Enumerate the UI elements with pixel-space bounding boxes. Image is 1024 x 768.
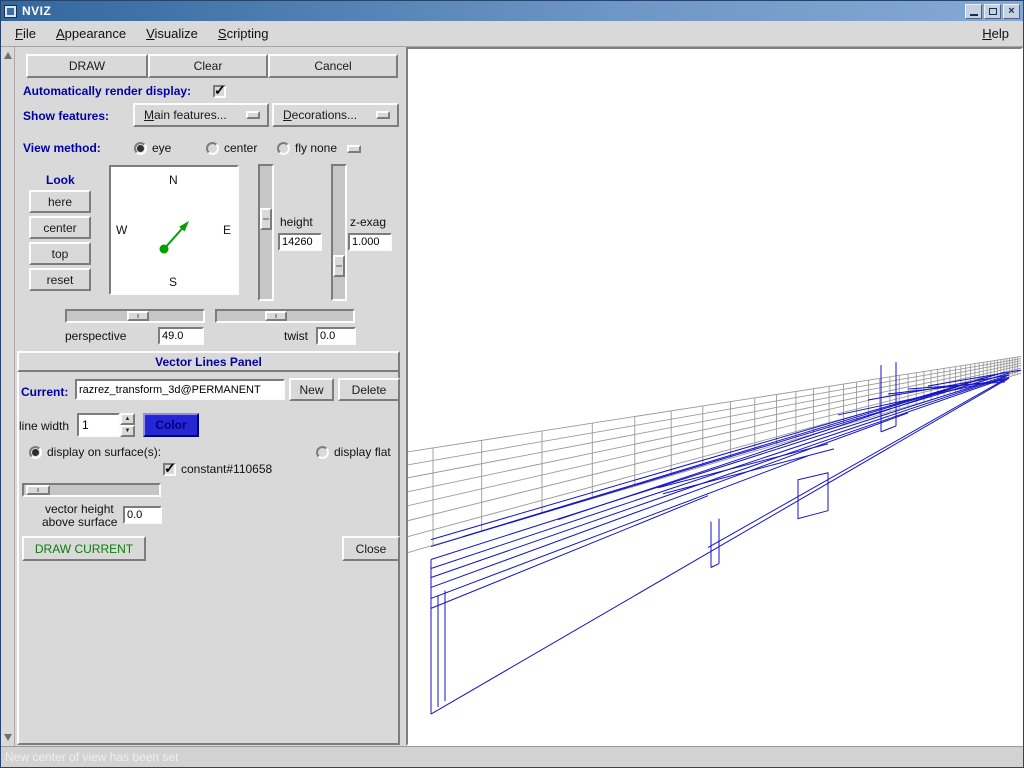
maximize-button[interactable]	[984, 4, 1001, 19]
close-button[interactable]: ×	[1003, 4, 1020, 19]
vector-height-input[interactable]	[123, 506, 162, 524]
scroll-down-icon[interactable]	[4, 734, 12, 741]
fly-menu-indicator-icon[interactable]	[347, 145, 361, 153]
line-width-input[interactable]	[77, 413, 120, 437]
auto-render-checkbox[interactable]	[213, 85, 226, 98]
window-icon[interactable]	[4, 5, 17, 18]
look-reset-button[interactable]: reset	[29, 268, 91, 291]
zexag-input[interactable]	[348, 233, 392, 251]
main-features-label: Main features...	[144, 108, 227, 122]
compass-west-label: W	[116, 223, 127, 237]
line-width-spinner[interactable]: ▲ ▼	[77, 413, 135, 437]
cancel-button[interactable]: Cancel	[268, 54, 398, 78]
window-title: NVIZ	[22, 4, 963, 18]
compass-north-label: N	[169, 173, 178, 187]
show-features-label: Show features:	[23, 109, 109, 123]
minimize-icon	[970, 14, 978, 16]
current-vector-input[interactable]	[75, 379, 285, 400]
zexag-slider-handle[interactable]	[333, 255, 345, 277]
view-eye-radio[interactable]	[134, 142, 147, 155]
perspective-label: perspective	[65, 329, 126, 343]
menubar: File Appearance Visualize Scripting Help	[1, 21, 1023, 47]
auto-render-label: Automatically render display:	[23, 84, 191, 98]
draw-current-button[interactable]: DRAW CURRENT	[22, 536, 146, 561]
main-area: DRAW Clear Cancel Automatically render d…	[1, 47, 1023, 746]
clear-button[interactable]: Clear	[148, 54, 268, 78]
perspective-slider-handle[interactable]	[127, 311, 149, 321]
view-center-radio[interactable]	[206, 142, 219, 155]
line-width-label: line width	[19, 419, 69, 433]
twist-label: twist	[284, 329, 308, 343]
vector-height-label-line1: vector height	[45, 502, 114, 516]
draw-button[interactable]: DRAW	[26, 54, 148, 78]
zexag-slider[interactable]	[331, 164, 347, 301]
compass-widget[interactable]: N S W E	[109, 165, 239, 295]
height-slider[interactable]	[258, 164, 274, 301]
compass-south-label: S	[169, 275, 177, 289]
vector-lines-panel-header: Vector Lines Panel	[17, 351, 400, 372]
spin-up-icon[interactable]: ▲	[120, 413, 135, 425]
menu-visualize[interactable]: Visualize	[136, 22, 208, 45]
spin-down-icon[interactable]: ▼	[120, 425, 135, 437]
current-label: Current:	[21, 385, 68, 399]
close-icon: ×	[1008, 5, 1014, 17]
look-top-button[interactable]: top	[29, 242, 91, 265]
vector-height-slider-handle[interactable]	[26, 485, 50, 495]
close-button-panel[interactable]: Close	[342, 536, 400, 561]
look-center-button[interactable]: center	[29, 216, 91, 239]
display-flat-label: display flat	[334, 445, 391, 459]
view-center-label: center	[224, 141, 257, 155]
zexag-label: z-exag	[350, 215, 386, 229]
vector-lines-panel-title: Vector Lines Panel	[155, 355, 262, 369]
look-here-button[interactable]: here	[29, 190, 91, 213]
look-label: Look	[46, 173, 75, 187]
statusbar: New center of view has been set	[1, 746, 1023, 767]
constant-surface-label: constant#110658	[181, 462, 272, 476]
render-canvas[interactable]	[406, 47, 1023, 746]
menu-file[interactable]: File	[5, 22, 46, 45]
menu-indicator-icon	[376, 111, 390, 119]
menu-scripting[interactable]: Scripting	[208, 22, 279, 45]
nviz-window: NVIZ × File Appearance Visualize Scripti…	[0, 0, 1024, 768]
titlebar[interactable]: NVIZ ×	[1, 1, 1023, 21]
height-slider-handle[interactable]	[260, 208, 272, 230]
height-input[interactable]	[278, 233, 322, 251]
delete-button[interactable]: Delete	[338, 378, 400, 401]
view-eye-label: eye	[152, 141, 171, 155]
minimize-button[interactable]	[965, 4, 982, 19]
display-on-surfaces-radio[interactable]	[29, 446, 42, 459]
maximize-icon	[989, 8, 997, 15]
display-on-surfaces-label: display on surface(s):	[47, 445, 161, 459]
decorations-label: Decorations...	[283, 108, 357, 122]
constant-surface-checkbox[interactable]	[163, 463, 176, 476]
height-label: height	[280, 215, 313, 229]
control-panel: DRAW Clear Cancel Automatically render d…	[15, 47, 406, 746]
main-features-menubutton[interactable]: Main features...	[133, 103, 269, 127]
menu-help[interactable]: Help	[972, 22, 1019, 45]
color-button[interactable]: Color	[143, 413, 199, 437]
terrain-wireframe-view	[408, 49, 1021, 744]
twist-slider-handle[interactable]	[265, 311, 287, 321]
vector-height-slider[interactable]	[22, 483, 161, 497]
view-fly-label: fly none	[295, 141, 337, 155]
new-button[interactable]: New	[289, 378, 334, 401]
panel-scrollbar[interactable]	[1, 47, 15, 746]
menu-appearance[interactable]: Appearance	[46, 22, 136, 45]
perspective-slider[interactable]	[65, 309, 205, 323]
perspective-input[interactable]	[158, 327, 204, 345]
scroll-up-icon[interactable]	[4, 52, 12, 59]
decorations-menubutton[interactable]: Decorations...	[272, 103, 399, 127]
status-message: New center of view has been set	[5, 750, 178, 764]
compass-east-label: E	[223, 223, 231, 237]
vector-height-label-line2: above surface	[42, 515, 117, 529]
twist-input[interactable]	[316, 327, 356, 345]
view-method-label: View method:	[23, 141, 101, 155]
display-flat-radio[interactable]	[316, 446, 329, 459]
twist-slider[interactable]	[215, 309, 355, 323]
view-fly-radio[interactable]	[277, 142, 290, 155]
menu-indicator-icon	[246, 111, 260, 119]
